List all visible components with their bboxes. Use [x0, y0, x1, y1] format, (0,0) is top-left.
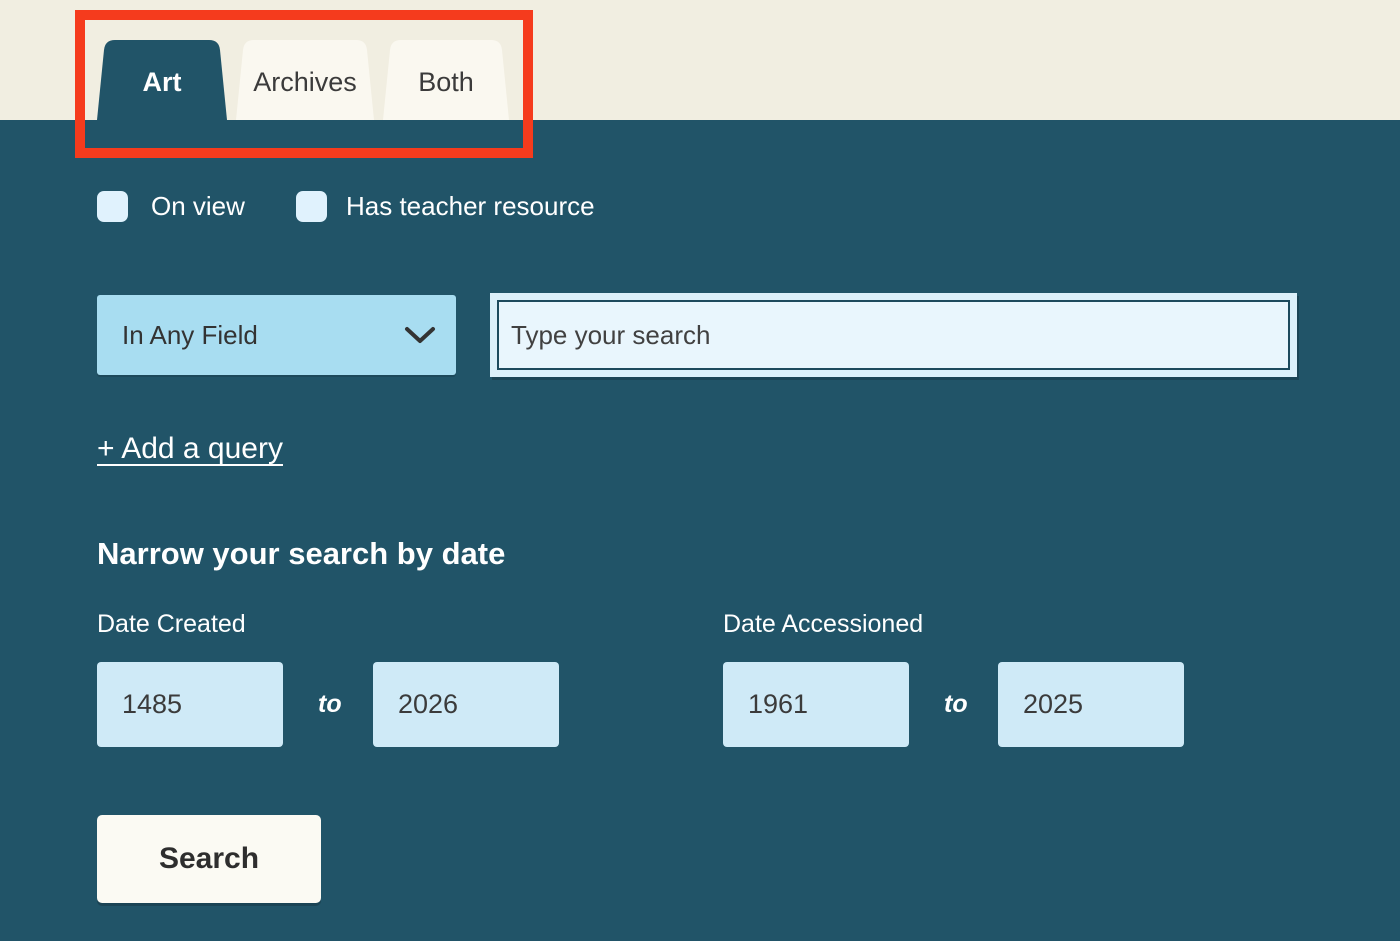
tab-art-label: Art: [143, 67, 182, 98]
tab-archives[interactable]: Archives: [236, 40, 374, 120]
advanced-search-page: Art Archives Both On view Has teacher re…: [0, 0, 1400, 941]
search-button[interactable]: Search: [97, 815, 321, 903]
add-query-link[interactable]: + Add a query: [97, 432, 283, 466]
date-section-heading: Narrow your search by date: [97, 536, 505, 572]
tab-art[interactable]: Art: [97, 40, 227, 120]
has-teacher-resource-label: Has teacher resource: [346, 191, 595, 222]
date-accessioned-to-label: to: [944, 690, 968, 719]
date-created-to-label: to: [318, 690, 342, 719]
date-created-from-input[interactable]: [97, 662, 283, 747]
date-accessioned-from-input[interactable]: [723, 662, 909, 747]
search-input-wrapper: [490, 293, 1297, 377]
chevron-down-icon: [404, 325, 436, 345]
search-input[interactable]: [497, 300, 1290, 370]
has-teacher-resource-checkbox[interactable]: [296, 191, 327, 222]
date-created-label: Date Created: [97, 610, 246, 639]
date-created-to-input[interactable]: [373, 662, 559, 747]
date-accessioned-to-input[interactable]: [998, 662, 1184, 747]
collection-tabs: Art Archives Both: [97, 40, 509, 120]
date-accessioned-label: Date Accessioned: [723, 610, 923, 639]
tab-bar-background: Art Archives Both: [0, 0, 1400, 120]
tab-both[interactable]: Both: [383, 40, 509, 120]
on-view-label: On view: [151, 191, 245, 222]
field-select-value: In Any Field: [122, 320, 258, 351]
tab-archives-label: Archives: [253, 67, 357, 98]
tab-both-label: Both: [418, 67, 474, 98]
field-select[interactable]: In Any Field: [97, 295, 456, 375]
on-view-checkbox[interactable]: [97, 191, 128, 222]
